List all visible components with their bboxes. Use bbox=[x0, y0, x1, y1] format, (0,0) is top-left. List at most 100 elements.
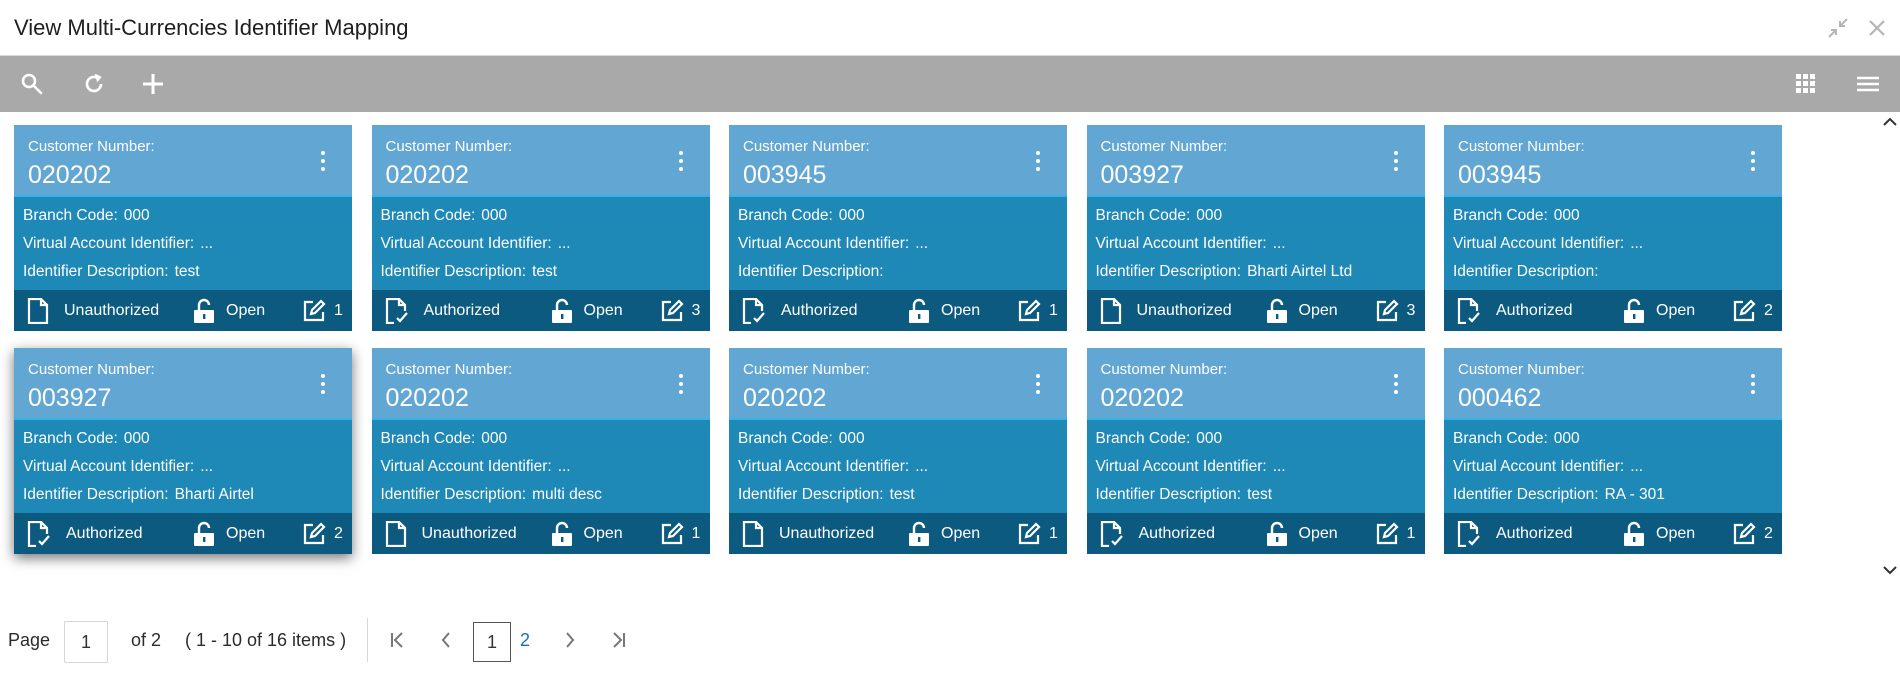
title-bar: View Multi-Currencies Identifier Mapping bbox=[0, 0, 1900, 56]
identifier-description-value: Bharti Airtel bbox=[174, 486, 254, 503]
branch-code-value: 000 bbox=[123, 207, 150, 224]
branch-code-row: Branch Code: 000 bbox=[1453, 430, 1580, 448]
kebab-menu-icon[interactable] bbox=[1031, 149, 1045, 173]
edit-icon[interactable] bbox=[1017, 298, 1041, 323]
refresh-icon[interactable] bbox=[79, 69, 109, 99]
record-card[interactable]: Customer Number: 020202 Branch Code: 000 … bbox=[371, 348, 710, 554]
kebab-menu-icon[interactable] bbox=[1389, 149, 1403, 173]
first-page-icon[interactable] bbox=[386, 628, 408, 652]
virtual-account-label: Virtual Account Identifier: bbox=[738, 458, 910, 475]
authorized-doc-icon bbox=[741, 297, 767, 324]
modification-count[interactable]: 2 bbox=[1732, 290, 1773, 331]
virtual-account-label: Virtual Account Identifier: bbox=[380, 458, 552, 475]
record-card[interactable]: Customer Number: 003927 Branch Code: 000 … bbox=[14, 348, 352, 554]
search-icon[interactable] bbox=[17, 69, 47, 99]
scroll-down-icon[interactable] bbox=[1883, 563, 1897, 577]
kebab-menu-icon[interactable] bbox=[316, 372, 330, 396]
page-1-button[interactable]: 1 bbox=[473, 622, 511, 662]
branch-code-label: Branch Code: bbox=[738, 430, 833, 447]
scroll-up-icon[interactable] bbox=[1883, 115, 1897, 129]
identifier-description-label: Identifier Description: bbox=[1453, 263, 1599, 280]
minimize-icon[interactable] bbox=[1824, 14, 1852, 42]
list-view-icon[interactable] bbox=[1853, 69, 1883, 99]
record-status-text: Open bbox=[583, 301, 623, 319]
kebab-menu-icon[interactable] bbox=[674, 372, 688, 396]
record-card[interactable]: Customer Number: 003927 Branch Code: 000 … bbox=[1086, 125, 1425, 331]
auth-status-text: Authorized bbox=[1138, 524, 1216, 542]
auth-status: Authorized bbox=[1456, 513, 1573, 554]
record-card[interactable]: Customer Number: 003945 Branch Code: 000 … bbox=[1444, 125, 1782, 331]
prev-page-icon[interactable] bbox=[435, 628, 457, 652]
virtual-account-row: Virtual Account Identifier:... bbox=[1453, 235, 1643, 253]
identifier-description-label: Identifier Description: bbox=[738, 263, 884, 280]
modification-count[interactable]: 2 bbox=[1732, 513, 1773, 554]
modification-count[interactable]: 2 bbox=[302, 513, 343, 554]
record-card[interactable]: Customer Number: 020202 Branch Code: 000 … bbox=[729, 348, 1067, 554]
identifier-description-value: test bbox=[532, 263, 558, 280]
edit-icon[interactable] bbox=[660, 298, 684, 323]
edit-icon[interactable] bbox=[660, 521, 684, 546]
branch-code-value: 000 bbox=[1553, 207, 1580, 224]
vertical-scrollbar[interactable] bbox=[1880, 112, 1900, 582]
authorized-doc-icon bbox=[1456, 297, 1482, 324]
card-header: Customer Number: 020202 bbox=[14, 125, 352, 197]
next-page-icon[interactable] bbox=[559, 628, 581, 652]
modification-count[interactable]: 1 bbox=[1017, 290, 1058, 331]
modification-count[interactable]: 3 bbox=[660, 290, 700, 331]
branch-code-label: Branch Code: bbox=[23, 430, 118, 447]
virtual-account-value: ... bbox=[1272, 235, 1286, 252]
edit-icon[interactable] bbox=[302, 521, 326, 546]
card-header: Customer Number: 003945 bbox=[729, 125, 1067, 197]
virtual-account-label: Virtual Account Identifier: bbox=[1453, 458, 1625, 475]
modification-count[interactable]: 1 bbox=[1017, 513, 1058, 554]
modification-count[interactable]: 3 bbox=[1375, 290, 1415, 331]
close-icon[interactable] bbox=[1863, 14, 1891, 42]
modification-count[interactable]: 1 bbox=[660, 513, 700, 554]
record-card[interactable]: Customer Number: 003945 Branch Code: 000 … bbox=[729, 125, 1067, 331]
branch-code-label: Branch Code: bbox=[1095, 430, 1191, 447]
kebab-menu-icon[interactable] bbox=[316, 149, 330, 173]
virtual-account-label: Virtual Account Identifier: bbox=[23, 458, 195, 475]
tile-view-icon[interactable] bbox=[1791, 69, 1821, 99]
page-2-link[interactable]: 2 bbox=[520, 630, 530, 651]
record-status: Open bbox=[907, 513, 980, 554]
edit-icon[interactable] bbox=[302, 298, 326, 323]
record-status: Open bbox=[550, 513, 623, 554]
record-card[interactable]: Customer Number: 020202 Branch Code: 000 … bbox=[371, 125, 710, 331]
unauthorized-doc-icon bbox=[384, 520, 408, 547]
edit-icon[interactable] bbox=[1017, 521, 1041, 546]
branch-code-value: 000 bbox=[838, 430, 865, 447]
branch-code-row: Branch Code: 000 bbox=[381, 207, 508, 225]
modification-count[interactable]: 1 bbox=[302, 290, 343, 331]
edit-icon[interactable] bbox=[1732, 298, 1756, 323]
last-page-icon[interactable] bbox=[608, 628, 630, 652]
kebab-menu-icon[interactable] bbox=[1746, 372, 1760, 396]
edit-icon[interactable] bbox=[1375, 298, 1399, 323]
record-status-text: Open bbox=[1298, 301, 1338, 319]
card-footer: Unauthorized Open bbox=[371, 513, 710, 554]
edit-icon[interactable] bbox=[1375, 521, 1399, 546]
record-card[interactable]: Customer Number: 020202 Branch Code: 000 … bbox=[1086, 348, 1425, 554]
virtual-account-label: Virtual Account Identifier: bbox=[1453, 235, 1625, 252]
add-icon[interactable] bbox=[138, 69, 168, 99]
kebab-menu-icon[interactable] bbox=[674, 149, 688, 173]
customer-number-value: 020202 bbox=[385, 161, 469, 189]
virtual-account-value: ... bbox=[1630, 235, 1644, 252]
record-status: Open bbox=[1265, 290, 1338, 331]
kebab-menu-icon[interactable] bbox=[1746, 149, 1760, 173]
virtual-account-label: Virtual Account Identifier: bbox=[380, 235, 552, 252]
record-card[interactable]: Customer Number: 020202 Branch Code: 000 … bbox=[14, 125, 352, 331]
card-footer: Authorized Open bbox=[1444, 513, 1782, 554]
virtual-account-value: ... bbox=[200, 235, 214, 252]
auth-status: Unauthorized bbox=[1099, 290, 1232, 331]
kebab-menu-icon[interactable] bbox=[1031, 372, 1045, 396]
modification-number: 2 bbox=[1764, 301, 1773, 319]
modification-count[interactable]: 1 bbox=[1375, 513, 1415, 554]
kebab-menu-icon[interactable] bbox=[1389, 372, 1403, 396]
record-status-text: Open bbox=[941, 301, 981, 319]
card-footer: Authorized Open bbox=[1444, 290, 1782, 331]
open-lock-icon bbox=[1265, 521, 1289, 547]
record-card[interactable]: Customer Number: 000462 Branch Code: 000 … bbox=[1444, 348, 1782, 554]
edit-icon[interactable] bbox=[1732, 521, 1756, 546]
page-number-input[interactable]: 1 bbox=[64, 621, 108, 663]
